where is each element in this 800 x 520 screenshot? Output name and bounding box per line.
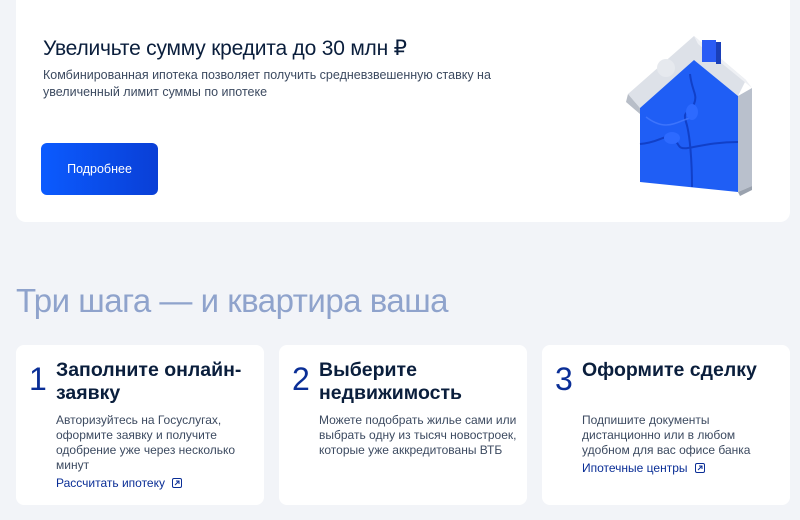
link-label: Рассчитать ипотеку (56, 476, 165, 490)
promo-title: Увеличьте сумму кредита до 30 млн ₽ (43, 37, 407, 60)
mortgage-centers-link[interactable]: Ипотечные центры (582, 461, 705, 475)
step-title: Выберите недвижимость (319, 359, 462, 404)
step-number: 2 (292, 361, 310, 397)
puzzle-house-icon (626, 36, 752, 196)
step-title: Заполните онлайн-заявку (56, 359, 242, 404)
link-label: Ипотечные центры (582, 461, 688, 475)
step-text: Подпишите документы дистанционно или в л… (582, 413, 751, 457)
external-link-icon (172, 478, 183, 488)
step-card-2: 2 Выберите недвижимость Можете подобрать… (279, 345, 527, 505)
step-text: Авторизуйтесь на Госуслугах, оформите за… (56, 413, 236, 472)
step-number: 1 (29, 361, 47, 397)
promo-banner: Увеличьте сумму кредита до 30 млн ₽ Комб… (16, 0, 790, 222)
step-card-1: 1 Заполните онлайн-заявку Авторизуйтесь … (16, 345, 264, 505)
step-text: Можете подобрать жилье сами или выбрать … (319, 413, 517, 457)
steps-heading: Три шага — и квартира ваша (16, 282, 449, 319)
promo-description: Комбинированная ипотека позволяет получи… (43, 68, 491, 99)
external-link-icon (694, 463, 705, 473)
calculate-mortgage-link[interactable]: Рассчитать ипотеку (56, 476, 183, 490)
step-title: Оформите сделку (582, 359, 757, 381)
details-button[interactable]: Подробнее (41, 143, 158, 195)
step-number: 3 (555, 361, 573, 397)
step-card-3: 3 Оформите сделку Подпишите документы ди… (542, 345, 790, 505)
